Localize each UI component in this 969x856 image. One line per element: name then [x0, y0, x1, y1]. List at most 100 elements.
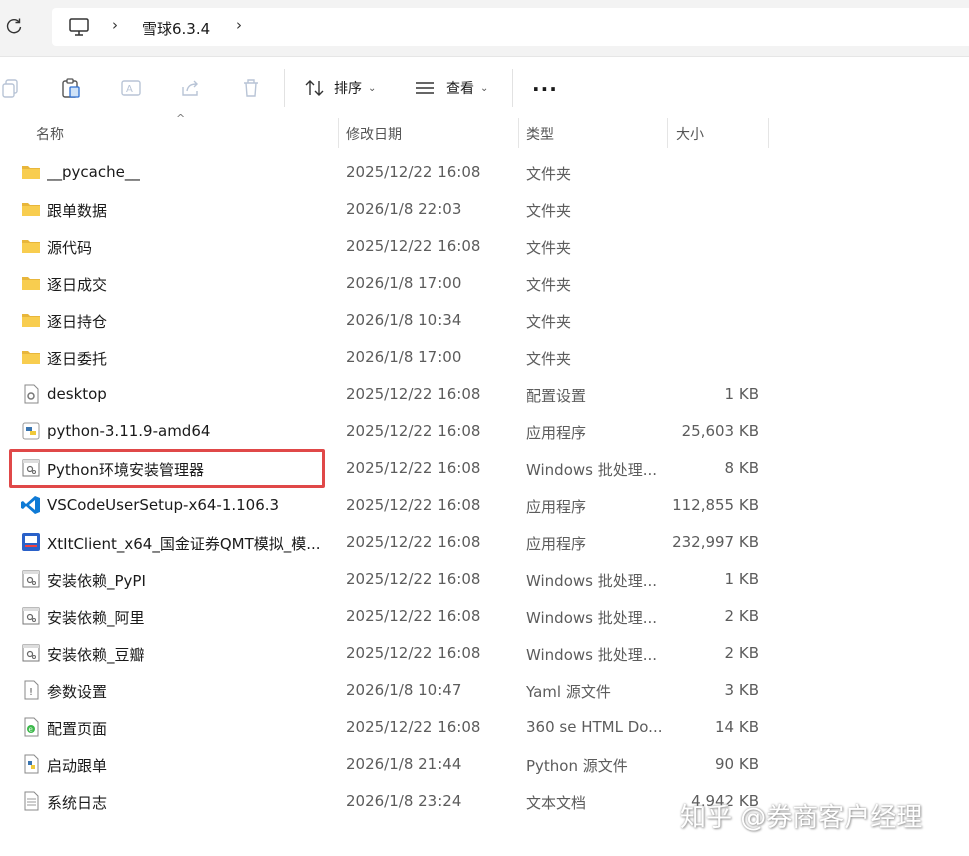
- column-divider[interactable]: [768, 118, 769, 148]
- more-options-button[interactable]: ···: [532, 77, 558, 101]
- this-pc-icon[interactable]: [68, 17, 90, 37]
- file-modified: 2025/12/22 16:08: [346, 533, 481, 551]
- sort-button[interactable]: 排序 ⌄: [304, 75, 376, 101]
- file-row[interactable]: VSCodeUserSetup-x64-1.106.3 2025/12/22 16…: [0, 487, 969, 524]
- file-name[interactable]: 逐日持仓: [47, 311, 107, 332]
- file-row[interactable]: XtItClient_x64_国金证券QMT模拟_模... 2025/12/22 …: [0, 524, 969, 561]
- file-name[interactable]: 启动跟单: [47, 755, 107, 776]
- file-name[interactable]: __pycache__: [47, 163, 140, 181]
- file-modified: 2025/12/22 16:08: [346, 385, 481, 403]
- file-name[interactable]: 源代码: [47, 237, 92, 258]
- file-name[interactable]: 配置页面: [47, 718, 107, 739]
- column-divider[interactable]: [667, 118, 668, 148]
- batch-file-icon: [21, 569, 41, 589]
- file-name[interactable]: 逐日委托: [47, 348, 107, 369]
- file-name[interactable]: 参数设置: [47, 681, 107, 702]
- svg-text:A: A: [126, 84, 133, 95]
- share-icon[interactable]: [180, 77, 202, 99]
- file-modified: 2026/1/8 17:00: [346, 348, 462, 366]
- folder-icon: [21, 162, 41, 182]
- file-type: 文件夹: [526, 276, 572, 294]
- file-row[interactable]: 逐日成交 2026/1/8 17:00 文件夹: [0, 265, 969, 302]
- file-name[interactable]: 系统日志: [47, 792, 107, 813]
- rename-icon[interactable]: A: [120, 77, 142, 99]
- toolbar-divider: [284, 69, 285, 107]
- file-row[interactable]: 逐日持仓 2026/1/8 10:34 文件夹: [0, 302, 969, 339]
- file-name[interactable]: python-3.11.9-amd64: [47, 422, 210, 440]
- settings-file-icon: [21, 384, 41, 404]
- file-row[interactable]: desktop 2025/12/22 16:08 配置设置 1 KB: [0, 376, 969, 413]
- column-header-name[interactable]: 名称: [36, 124, 64, 144]
- file-row[interactable]: 安装依赖_PyPI 2025/12/22 16:08 Windows 批处理... 1…: [0, 561, 969, 598]
- file-row[interactable]: 安装依赖_豆瓣 2025/12/22 16:08 Windows 批处理... 2 K…: [0, 635, 969, 672]
- file-row[interactable]: __pycache__ 2025/12/22 16:08 文件夹: [0, 154, 969, 191]
- file-name[interactable]: 逐日成交: [47, 274, 107, 295]
- file-modified: 2026/1/8 21:44: [346, 755, 462, 773]
- sort-label: 排序: [334, 81, 362, 97]
- file-type: 文件夹: [526, 313, 572, 331]
- file-row[interactable]: 安装依赖_阿里 2025/12/22 16:08 Windows 批处理... 2 K…: [0, 598, 969, 635]
- breadcrumb[interactable]: › 雪球6.3.4 ›: [52, 8, 969, 46]
- file-modified: 2025/12/22 16:08: [346, 644, 481, 662]
- sort-icon: [305, 80, 324, 96]
- file-size: 14 KB: [715, 718, 759, 736]
- file-name[interactable]: XtItClient_x64_国金证券QMT模拟_模...: [47, 533, 321, 554]
- file-modified: 2025/12/22 16:08: [346, 237, 481, 255]
- column-divider[interactable]: [518, 118, 519, 148]
- toolbar-divider: [512, 69, 513, 107]
- breadcrumb-current-folder[interactable]: 雪球6.3.4: [142, 18, 210, 39]
- view-button[interactable]: 查看 ⌄: [414, 75, 488, 101]
- copy-icon[interactable]: [0, 77, 22, 99]
- sort-ascending-icon: ^: [176, 112, 186, 125]
- batch-file-icon: [21, 643, 41, 663]
- paste-icon[interactable]: [60, 77, 82, 99]
- file-type: Windows 批处理...: [526, 461, 658, 479]
- batch-file-icon: [21, 606, 41, 626]
- folder-icon: [21, 236, 41, 256]
- python-installer-icon: [21, 421, 41, 441]
- file-modified: 2025/12/22 16:08: [346, 496, 481, 514]
- file-row[interactable]: python-3.11.9-amd64 2025/12/22 16:08 应用程序 2…: [0, 413, 969, 450]
- view-label: 查看: [446, 81, 474, 97]
- file-modified: 2025/12/22 16:08: [346, 718, 481, 736]
- refresh-icon[interactable]: [4, 16, 24, 36]
- file-row[interactable]: 启动跟单 2026/1/8 21:44 Python 源文件 90 KB: [0, 746, 969, 783]
- file-size: 1 KB: [724, 385, 759, 403]
- file-name[interactable]: 安装依赖_PyPI: [47, 570, 146, 591]
- svg-text:e: e: [29, 726, 33, 734]
- file-row[interactable]: e 配置页面 2025/12/22 16:08 360 se HTML Do... 14…: [0, 709, 969, 746]
- chevron-down-icon: ⌄: [368, 82, 377, 94]
- file-modified: 2026/1/8 17:00: [346, 274, 462, 292]
- column-header-type[interactable]: 类型: [526, 124, 554, 144]
- file-name[interactable]: 安装依赖_阿里: [47, 607, 145, 628]
- column-header-modified[interactable]: 修改日期: [346, 124, 402, 144]
- file-row[interactable]: ! 参数设置 2026/1/8 10:47 Yaml 源文件 3 KB: [0, 672, 969, 709]
- column-header-size[interactable]: 大小: [676, 124, 704, 144]
- file-type: Python 源文件: [526, 757, 628, 775]
- file-modified: 2026/1/8 22:03: [346, 200, 462, 218]
- python-file-icon: [21, 754, 41, 774]
- svg-text:!: !: [29, 687, 33, 698]
- file-type: Yaml 源文件: [526, 683, 611, 701]
- folder-icon: [21, 199, 41, 219]
- file-type: 文件夹: [526, 165, 572, 183]
- file-size: 2 KB: [724, 607, 759, 625]
- file-modified: 2026/1/8 10:47: [346, 681, 462, 699]
- highlight-box: [9, 449, 325, 488]
- file-type: 应用程序: [526, 535, 587, 553]
- file-row[interactable]: 源代码 2025/12/22 16:08 文件夹: [0, 228, 969, 265]
- file-name[interactable]: 跟单数据: [47, 200, 107, 221]
- file-type: 应用程序: [526, 498, 587, 516]
- delete-icon[interactable]: [240, 77, 262, 99]
- file-size: 1 KB: [724, 570, 759, 588]
- yaml-file-icon: !: [21, 680, 41, 700]
- file-name[interactable]: VSCodeUserSetup-x64-1.106.3: [47, 496, 279, 514]
- chevron-right-icon[interactable]: ›: [112, 16, 118, 34]
- file-row[interactable]: 逐日委托 2026/1/8 17:00 文件夹: [0, 339, 969, 376]
- file-row[interactable]: 跟单数据 2026/1/8 22:03 文件夹: [0, 191, 969, 228]
- file-name[interactable]: desktop: [47, 385, 107, 403]
- chevron-right-icon[interactable]: ›: [236, 16, 242, 34]
- file-name[interactable]: 安装依赖_豆瓣: [47, 644, 145, 665]
- file-type: 应用程序: [526, 424, 587, 442]
- column-divider[interactable]: [338, 118, 339, 148]
